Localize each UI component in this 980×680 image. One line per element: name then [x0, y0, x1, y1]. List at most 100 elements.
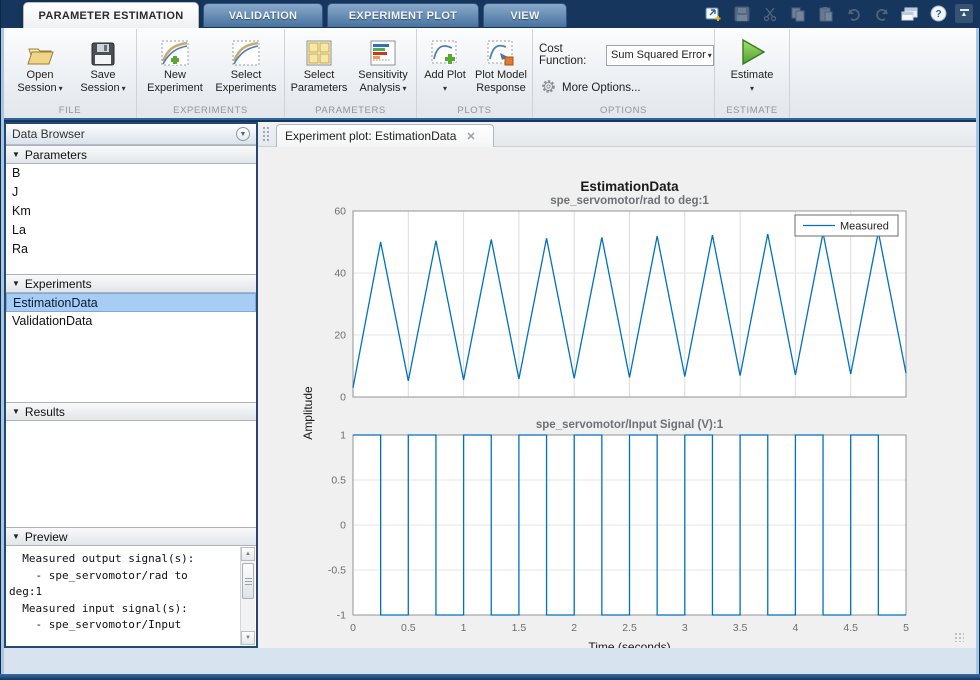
paste-icon[interactable] — [816, 4, 836, 23]
cost-function-select[interactable]: Sum Squared Error ▾ — [606, 45, 714, 66]
add-plot-icon — [430, 33, 460, 67]
save-session-button[interactable]: Save Session▾ — [72, 33, 134, 95]
select-parameters-button[interactable]: Select Parameters — [287, 33, 351, 95]
tab-label: EXPERIMENT PLOT — [349, 10, 457, 22]
button-label: Select — [231, 69, 262, 81]
list-item[interactable]: Km — [6, 202, 256, 221]
x-tick-label: 4.5 — [843, 622, 858, 634]
select-parameters-icon — [305, 33, 333, 67]
cost-function-value: Sum Squared Error — [611, 49, 706, 61]
resize-grip[interactable] — [954, 632, 964, 642]
scrollbar-thumb[interactable] — [242, 563, 254, 599]
preview-section-label: Preview — [25, 530, 68, 544]
preview-line: - spe_servomotor/Input — [6, 617, 239, 634]
tab-label: VALIDATION — [229, 10, 298, 22]
scroll-down-button[interactable]: ▼ — [241, 631, 255, 645]
tab-label: VIEW — [510, 10, 539, 22]
data-browser-panel: Data Browser ▼ ▼ Parameters B J Km La Ra… — [4, 122, 258, 648]
preview-pane: Measured output signal(s): - spe_servomo… — [6, 546, 256, 646]
list-item-validationdata[interactable]: ValidationData — [6, 312, 256, 331]
save-icon[interactable] — [732, 4, 752, 23]
tab-validation[interactable]: VALIDATION — [203, 3, 323, 27]
parameters-list: B J Km La Ra — [6, 164, 256, 274]
preview-section-header[interactable]: ▼ Preview — [6, 527, 256, 546]
results-list — [6, 421, 256, 527]
window-layout-icon[interactable] — [900, 4, 920, 23]
sensitivity-analysis-button[interactable]: Sensitivity Analysis▾ — [351, 33, 415, 95]
document-tab-label: Experiment plot: EstimationData — [285, 129, 456, 143]
collapse-triangle-icon: ▼ — [12, 279, 20, 288]
results-section-header[interactable]: ▼ Results — [6, 402, 256, 421]
section-experiments: New Experiment Select Experiments EXPERI… — [137, 29, 285, 118]
subplot-title: spe_servomotor/Input Signal (V):1 — [536, 419, 724, 431]
folder-open-icon — [25, 33, 55, 67]
list-item[interactable]: J — [6, 183, 256, 202]
dropdown-arrow-icon: ▾ — [402, 84, 406, 93]
x-tick-label: 0.5 — [401, 622, 416, 634]
cut-icon[interactable] — [760, 4, 780, 23]
preview-line: Measured input signal(s): — [6, 601, 239, 618]
y-tick-label: 0 — [340, 520, 346, 532]
figure-title: EstimationData — [580, 179, 679, 194]
preview-line: deg:1 — [6, 584, 239, 601]
list-item[interactable]: Ra — [6, 240, 256, 259]
panel-drag-handle[interactable] — [262, 126, 270, 143]
close-icon[interactable]: ✕ — [466, 130, 475, 143]
open-session-button[interactable]: Open Session▾ — [10, 33, 70, 95]
gear-icon — [541, 79, 556, 97]
plot-model-response-button[interactable]: Plot Model Response — [471, 33, 531, 95]
collapse-toolstrip-button[interactable]: ▲ — [955, 4, 973, 23]
estimate-button[interactable]: Estimate ▾ — [721, 33, 783, 95]
new-experiment-button[interactable]: New Experiment — [141, 33, 209, 95]
select-experiments-button[interactable]: Select Experiments — [211, 33, 281, 95]
list-item-estimationdata[interactable]: EstimationData — [6, 293, 256, 312]
more-options-label: More Options... — [562, 82, 641, 94]
dropdown-arrow-icon: ▾ — [750, 84, 754, 93]
button-label: Save — [90, 69, 115, 81]
tab-experiment-plot[interactable]: EXPERIMENT PLOT — [327, 3, 479, 27]
list-item[interactable]: B — [6, 164, 256, 183]
measured-line — [353, 435, 906, 615]
button-label: New — [164, 69, 186, 81]
dropdown-arrow-icon: ▾ — [59, 84, 63, 93]
collapse-triangle-icon: ▼ — [12, 532, 20, 541]
new-experiment-icon — [160, 33, 190, 67]
help-icon[interactable]: ? — [928, 4, 948, 23]
more-options-button[interactable]: More Options... — [541, 79, 641, 97]
x-tick-label: 2 — [571, 622, 577, 634]
data-browser-menu-button[interactable]: ▼ — [236, 127, 250, 141]
quick-access-toolbar: ? — [704, 4, 948, 23]
button-label: Open — [27, 69, 54, 81]
y-tick-label: 1 — [340, 430, 346, 442]
figure-canvas[interactable]: EstimationData0204060spe_servomotor/rad … — [258, 147, 976, 648]
undo-icon[interactable] — [844, 4, 864, 23]
collapse-triangle-icon: ▼ — [12, 407, 20, 416]
button-label: Estimate — [731, 69, 774, 81]
parameters-section-header[interactable]: ▼ Parameters — [6, 145, 256, 164]
section-options: Cost Function: Sum Squared Error ▾ More … — [533, 29, 715, 118]
copy-icon[interactable] — [788, 4, 808, 23]
button-label: Experiments — [215, 82, 276, 94]
legend: Measured — [795, 215, 898, 236]
section-label-file: FILE — [4, 105, 136, 116]
section-label-experiments: EXPERIMENTS — [137, 105, 284, 116]
toolstrip: Open Session▾ Save Session▾ FILE New Exp… — [0, 28, 980, 120]
button-label: Session — [17, 82, 56, 94]
tab-view[interactable]: VIEW — [483, 3, 567, 27]
new-window-icon[interactable] — [704, 4, 724, 23]
scroll-up-icon: ▲ — [245, 551, 251, 557]
preview-scrollbar[interactable]: ▲ ▼ — [240, 547, 255, 645]
document-tab[interactable]: Experiment plot: EstimationData ✕ — [276, 124, 494, 147]
dropdown-arrow-icon: ▾ — [122, 84, 126, 93]
experiments-section-header[interactable]: ▼ Experiments — [6, 274, 256, 293]
y-tick-label: 40 — [334, 268, 346, 280]
button-label: Analysis — [360, 82, 401, 94]
section-label-options: OPTIONS — [533, 105, 714, 116]
x-axis-label: Time (seconds) — [588, 640, 670, 648]
scroll-up-button[interactable]: ▲ — [241, 547, 255, 561]
list-item[interactable]: La — [6, 221, 256, 240]
add-plot-button[interactable]: Add Plot ▾ — [419, 33, 471, 95]
redo-icon[interactable] — [872, 4, 892, 23]
x-tick-label: 1.5 — [512, 622, 527, 634]
tab-parameter-estimation[interactable]: PARAMETER ESTIMATION — [23, 2, 199, 28]
